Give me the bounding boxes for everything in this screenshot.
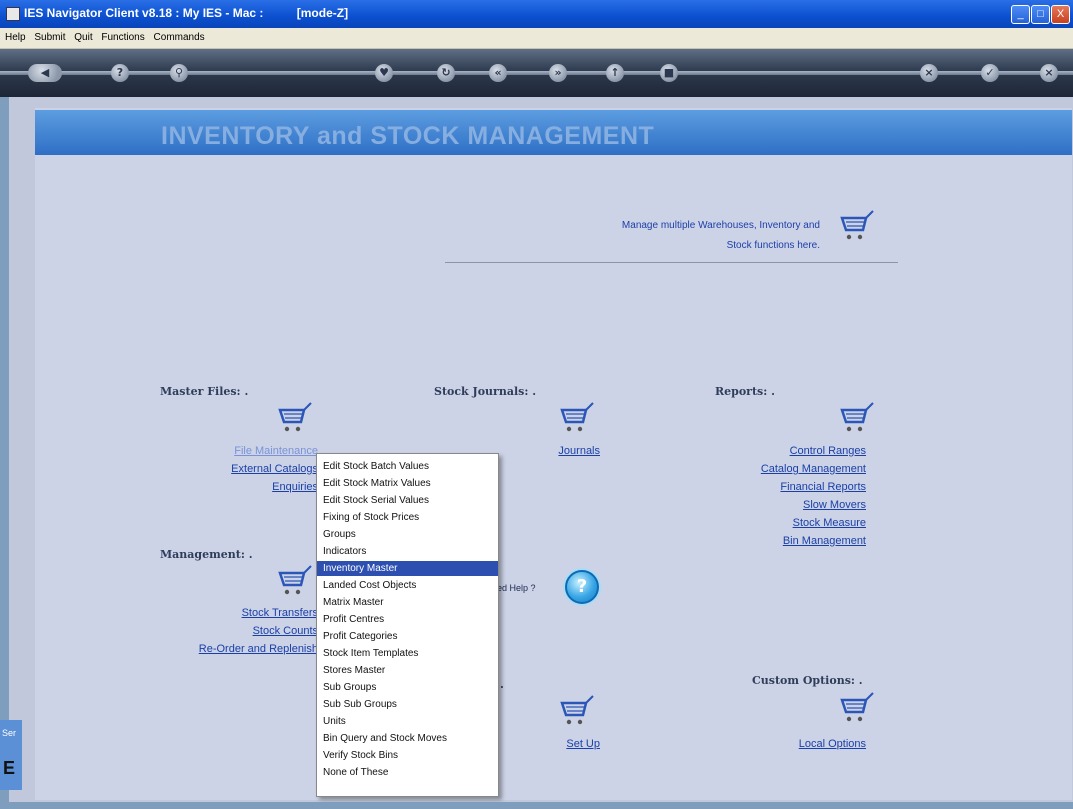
bottom-border bbox=[0, 802, 1073, 809]
menu-item-edit-stock-matrix-values[interactable]: Edit Stock Matrix Values bbox=[317, 476, 498, 491]
menu-item-profit-centres[interactable]: Profit Centres bbox=[317, 612, 498, 627]
link-file-maintenance[interactable]: File Maintenance bbox=[212, 445, 318, 457]
menu-item-edit-stock-serial-values[interactable]: Edit Stock Serial Values bbox=[317, 493, 498, 508]
refresh-icon[interactable]: ↻ bbox=[437, 64, 455, 82]
window-mode: [mode-Z] bbox=[296, 6, 349, 20]
menu-item-units[interactable]: Units bbox=[317, 714, 498, 729]
app-icon bbox=[6, 7, 20, 21]
menu-submit[interactable]: Submit bbox=[31, 28, 68, 43]
side-panel-letter: E bbox=[3, 758, 16, 778]
side-panel-tab[interactable]: Ser E bbox=[0, 720, 22, 790]
menu-item-verify-stock-bins[interactable]: Verify Stock Bins bbox=[317, 748, 498, 763]
link-stock-transfers[interactable]: Stock Transfers bbox=[150, 607, 318, 619]
link-financial-reports[interactable]: Financial Reports bbox=[720, 481, 866, 493]
link-control-ranges[interactable]: Control Ranges bbox=[720, 445, 866, 457]
heading-master-files: Master Files: . bbox=[160, 385, 249, 398]
minimize-button[interactable]: _ bbox=[1011, 5, 1030, 24]
menu-help[interactable]: Help bbox=[0, 28, 29, 43]
cart-icon[interactable] bbox=[278, 402, 314, 438]
up-icon[interactable]: ↑ bbox=[606, 64, 624, 82]
previous-icon[interactable]: « bbox=[489, 64, 507, 82]
description-line-1: Manage multiple Warehouses, Inventory an… bbox=[621, 220, 820, 231]
link-catalog-management[interactable]: Catalog Management bbox=[720, 463, 866, 475]
cart-icon[interactable] bbox=[840, 402, 876, 438]
menu-item-sub-groups[interactable]: Sub Groups bbox=[317, 680, 498, 695]
help-icon[interactable]: ? bbox=[111, 64, 129, 82]
link-bin-management[interactable]: Bin Management bbox=[720, 535, 866, 547]
menu-item-profit-categories[interactable]: Profit Categories bbox=[317, 629, 498, 644]
next-icon[interactable]: » bbox=[549, 64, 567, 82]
description-line-2: Stock functions here. bbox=[726, 240, 820, 251]
menu-item-sub-sub-groups[interactable]: Sub Sub Groups bbox=[317, 697, 498, 712]
menu-item-landed-cost-objects[interactable]: Landed Cost Objects bbox=[317, 578, 498, 593]
link-stock-measure[interactable]: Stock Measure bbox=[720, 517, 866, 529]
ok-icon[interactable]: ✓ bbox=[981, 64, 999, 82]
menu-item-edit-stock-batch-values[interactable]: Edit Stock Batch Values bbox=[317, 459, 498, 474]
title-bar: IES Navigator Client v8.18 : My IES - Ma… bbox=[0, 0, 1073, 28]
menu-commands[interactable]: Commands bbox=[151, 28, 208, 43]
banner: INVENTORY and STOCK MANAGEMENT bbox=[35, 110, 1072, 155]
search-icon[interactable]: ⚲ bbox=[170, 64, 188, 82]
menu-item-bin-query-and-stock-moves[interactable]: Bin Query and Stock Moves bbox=[317, 731, 498, 746]
heading-management: Management: . bbox=[160, 548, 253, 561]
file-maintenance-menu: Edit Stock Batch Values Edit Stock Matri… bbox=[316, 453, 499, 797]
cart-icon[interactable] bbox=[840, 692, 876, 728]
page-title: INVENTORY and STOCK MANAGEMENT bbox=[161, 122, 655, 150]
menu-item-matrix-master[interactable]: Matrix Master bbox=[317, 595, 498, 610]
link-re-order-and-replenish[interactable]: Re-Order and Replenish bbox=[150, 643, 318, 655]
menu-item-stores-master[interactable]: Stores Master bbox=[317, 663, 498, 678]
menu-quit[interactable]: Quit bbox=[71, 28, 95, 43]
cart-icon[interactable] bbox=[560, 402, 596, 438]
cart-icon[interactable] bbox=[278, 565, 314, 601]
menu-functions[interactable]: Functions bbox=[98, 28, 147, 43]
heading-reports: Reports: . bbox=[715, 385, 775, 398]
window-title: IES Navigator Client v8.18 : My IES - Ma… bbox=[24, 6, 348, 20]
link-slow-movers[interactable]: Slow Movers bbox=[720, 499, 866, 511]
heading-stock-journals: Stock Journals: . bbox=[434, 385, 537, 398]
window-title-text: IES Navigator Client v8.18 : My IES - Ma… bbox=[24, 6, 264, 20]
maximize-button[interactable]: □ bbox=[1031, 5, 1050, 24]
heading-custom-options: Custom Options: . bbox=[752, 674, 863, 687]
back-icon[interactable]: ◀ bbox=[28, 64, 62, 82]
link-stock-counts[interactable]: Stock Counts bbox=[150, 625, 318, 637]
close-window-button[interactable]: X bbox=[1051, 5, 1070, 24]
help-button[interactable]: ? bbox=[565, 570, 599, 604]
link-journals[interactable]: Journals bbox=[520, 445, 600, 457]
home-icon[interactable]: ■ bbox=[660, 64, 678, 82]
menu-item-fixing-of-stock-prices[interactable]: Fixing of Stock Prices bbox=[317, 510, 498, 525]
menu-item-stock-item-templates[interactable]: Stock Item Templates bbox=[317, 646, 498, 661]
divider bbox=[445, 262, 898, 263]
link-enquiries[interactable]: Enquiries bbox=[212, 481, 318, 493]
toolbar: ◀ ? ⚲ ♥ ↻ « » ↑ ■ × ✓ × bbox=[0, 49, 1073, 97]
toolbar-rail bbox=[0, 71, 1073, 75]
side-panel-label: Ser bbox=[2, 728, 17, 738]
menu-bar: Help Submit Quit Functions Commands bbox=[0, 28, 1073, 49]
menu-item-groups[interactable]: Groups bbox=[317, 527, 498, 542]
cart-icon[interactable] bbox=[560, 695, 596, 731]
link-set-up[interactable]: Set Up bbox=[520, 738, 600, 750]
menu-item-none-of-these[interactable]: None of These bbox=[317, 765, 498, 780]
heading-setup: . bbox=[500, 678, 504, 691]
close-icon[interactable]: × bbox=[1040, 64, 1058, 82]
menu-item-indicators[interactable]: Indicators bbox=[317, 544, 498, 559]
cart-icon bbox=[840, 210, 876, 246]
link-local-options[interactable]: Local Options bbox=[760, 738, 866, 750]
menu-item-inventory-master[interactable]: Inventory Master bbox=[317, 561, 498, 576]
cancel-icon[interactable]: × bbox=[920, 64, 938, 82]
favorite-icon[interactable]: ♥ bbox=[375, 64, 393, 82]
page-description: Manage multiple Warehouses, Inventory an… bbox=[480, 216, 820, 256]
link-external-catalogs[interactable]: External Catalogs bbox=[212, 463, 318, 475]
